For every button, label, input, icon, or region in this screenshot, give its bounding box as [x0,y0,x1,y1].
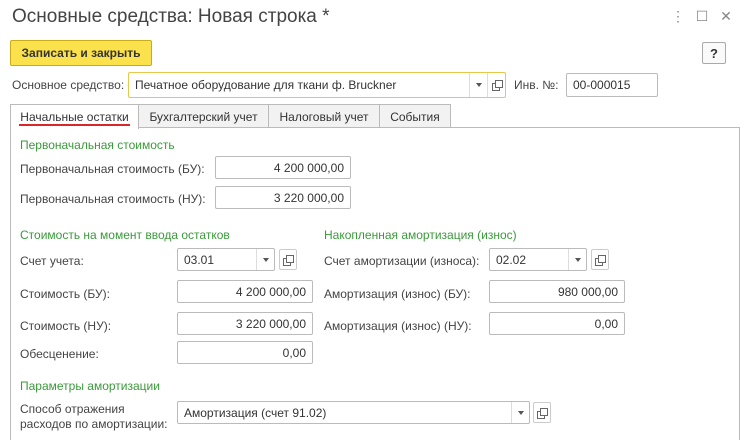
initial-cost-nu-label: Первоначальная стоимость (НУ): [20,192,206,206]
tab-initial-balances[interactable]: Начальные остатки [10,104,139,129]
dep-bu-field[interactable]: 980 000,00 [489,280,625,303]
impairment-label: Обесценение: [20,347,99,361]
dep-nu-field[interactable]: 0,00 [489,312,625,335]
chevron-down-icon [475,83,482,87]
account-field[interactable]: 03.01 [177,248,275,271]
close-icon[interactable]: ✕ [718,8,734,24]
account-value: 03.01 [184,252,215,267]
dep-account-value: 02.02 [496,252,527,267]
impairment-field[interactable]: 0,00 [177,341,313,364]
tab-label: Бухгалтерский учет [149,109,258,124]
dep-bu-label: Амортизация (износ) (БУ): [324,287,471,301]
account-dropdown-button[interactable] [256,249,274,270]
account-label: Счет учета: [20,254,84,268]
inv-label: Инв. №: [514,78,559,92]
active-tab-underline [19,124,130,126]
method-open-button[interactable] [533,402,551,423]
account-open-button[interactable] [279,249,297,270]
save-and-close-button[interactable]: Записать и закрыть [10,40,152,66]
tab-strip: Начальные остатки Бухгалтерский учет Нал… [10,104,451,129]
initial-cost-nu-field[interactable]: 3 220 000,00 [215,186,351,209]
method-label: Способ отражения расходов по амортизации… [20,402,168,432]
dep-nu-label: Амортизация (износ) (НУ): [324,319,472,333]
section-depreciation: Накопленная амортизация (износ) [324,228,517,242]
cost-nu-label: Стоимость (НУ): [20,319,112,333]
cost-bu-field[interactable]: 4 200 000,00 [177,280,313,303]
tab-tax[interactable]: Налоговый учет [268,104,380,128]
inv-number-field[interactable]: 00-000015 [566,73,658,97]
method-value: Амортизация (счет 91.02) [184,405,327,420]
method-label-line2: расходов по амортизации: [20,417,168,431]
initial-cost-bu-field[interactable]: 4 200 000,00 [215,156,351,179]
cost-nu-field[interactable]: 3 220 000,00 [177,312,313,335]
asset-dropdown-button[interactable] [469,73,487,97]
cost-bu-label: Стоимость (БУ): [20,287,110,301]
dep-account-label: Счет амортизации (износа): [324,254,480,268]
method-label-line1: Способ отражения [20,402,125,416]
open-icon [595,254,606,266]
dep-account-dropdown-button[interactable] [568,249,586,270]
chevron-down-icon [574,257,581,262]
open-icon [537,407,548,419]
initial-cost-bu-label: Первоначальная стоимость (БУ): [20,162,205,176]
dep-account-open-button[interactable] [591,249,609,270]
open-icon [283,254,294,266]
help-button[interactable]: ? [702,42,726,64]
method-dropdown-button[interactable] [511,402,529,423]
section-balance-cost: Стоимость на момент ввода остатков [20,228,230,242]
asset-field[interactable]: Печатное оборудование для ткани ф. Bruck… [128,72,506,98]
chevron-down-icon [517,410,524,415]
tab-label: Налоговый учет [279,109,369,124]
asset-label: Основное средство: [12,78,125,92]
tab-events[interactable]: События [379,104,451,128]
section-initial-cost: Первоначальная стоимость [20,138,175,152]
tab-label: События [390,109,440,124]
maximize-icon[interactable]: ☐ [694,8,710,24]
section-depreciation-params: Параметры амортизации [20,379,160,393]
method-field[interactable]: Амортизация (счет 91.02) [177,401,530,424]
tab-accounting[interactable]: Бухгалтерский учет [138,104,269,128]
dep-account-field[interactable]: 02.02 [489,248,587,271]
tab-label: Начальные остатки [20,110,129,124]
chevron-down-icon [262,257,269,262]
asset-open-button[interactable] [487,73,505,97]
open-icon [491,80,503,91]
window-title: Основные средства: Новая строка * [12,6,330,27]
more-icon[interactable]: ⋮ [670,8,686,24]
asset-value: Печатное оборудование для ткани ф. Bruck… [135,78,397,92]
